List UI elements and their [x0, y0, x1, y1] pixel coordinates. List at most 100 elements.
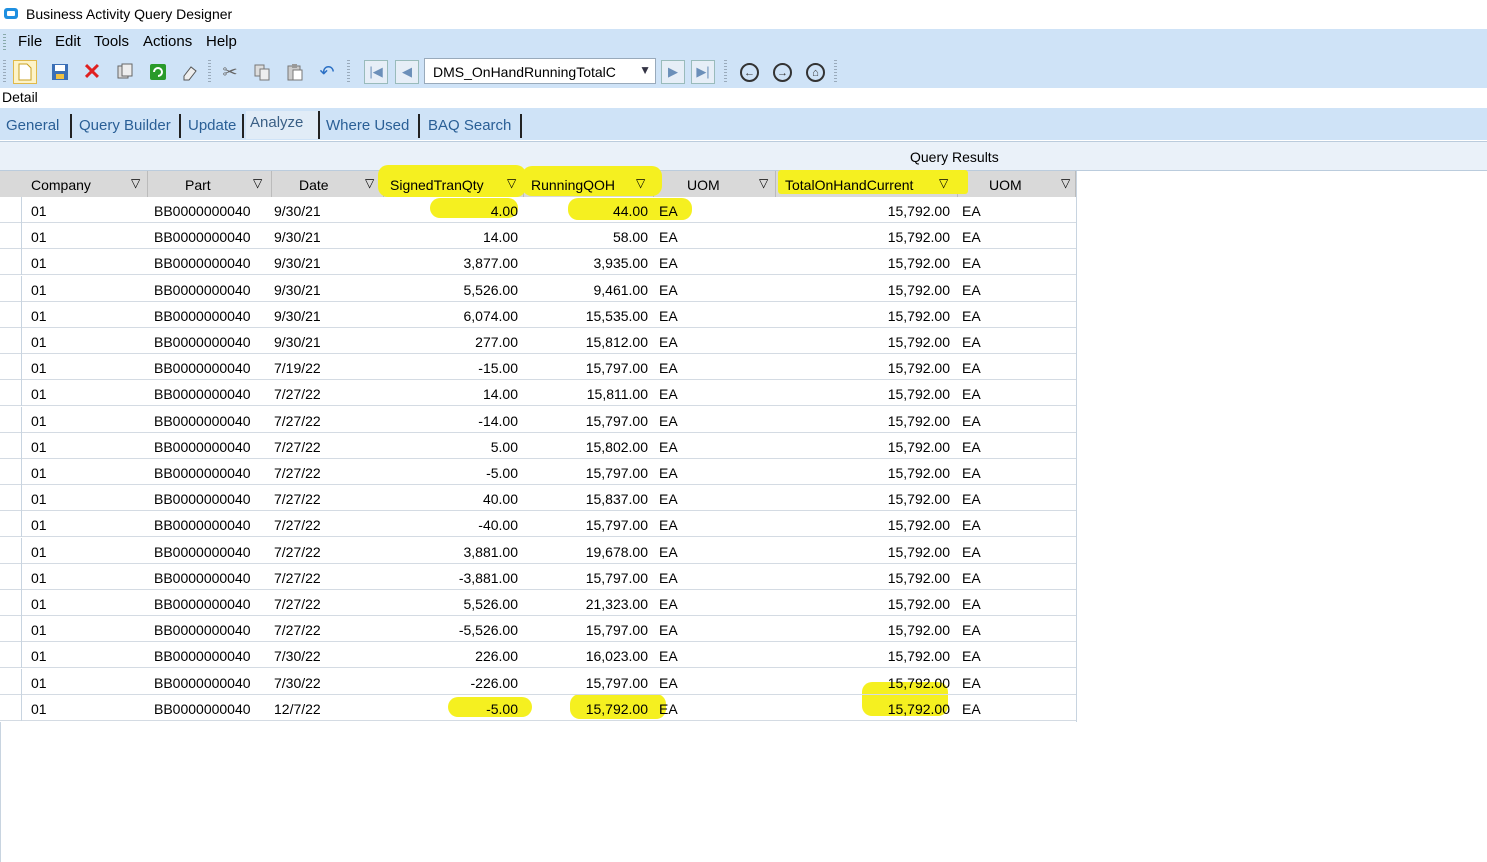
copy2-icon[interactable]: [250, 60, 274, 84]
cell-uom-2: EA: [962, 491, 981, 507]
delete-icon[interactable]: ✕: [80, 59, 104, 84]
cell-company: 01: [31, 360, 47, 376]
cell-signedtranqty: 277.00: [475, 334, 518, 350]
cell-runningqoh: 15,792.00: [585, 701, 648, 717]
tab-query-builder[interactable]: Query Builder: [75, 114, 181, 138]
cell-date: 12/7/22: [274, 701, 321, 717]
cell-date: 7/30/22: [274, 675, 321, 691]
filter-icon[interactable]: ▽: [1061, 176, 1070, 190]
row-selector[interactable]: [0, 642, 22, 668]
row-selector[interactable]: [0, 302, 22, 328]
filter-icon[interactable]: ▽: [507, 176, 516, 190]
prev-record-icon[interactable]: ◀: [395, 60, 419, 84]
forward-icon[interactable]: →: [773, 63, 792, 82]
last-record-icon[interactable]: ▶|: [691, 60, 715, 84]
cell-uom: EA: [659, 360, 678, 376]
cell-totalonhandcurrent: 15,792.00: [887, 334, 950, 350]
clear-icon[interactable]: [178, 60, 202, 84]
filter-icon[interactable]: ▽: [759, 176, 768, 190]
cell-date: 7/19/22: [274, 360, 321, 376]
row-selector[interactable]: [0, 276, 22, 302]
row-selector[interactable]: [0, 433, 22, 459]
filter-icon[interactable]: ▽: [365, 176, 374, 190]
row-selector[interactable]: [0, 669, 22, 695]
query-results-title: Query Results: [910, 149, 999, 165]
filter-icon[interactable]: ▽: [939, 176, 948, 190]
cell-runningqoh: 15,802.00: [585, 439, 648, 455]
row-selector[interactable]: [0, 511, 22, 537]
tab-analyze[interactable]: Analyze: [246, 111, 320, 139]
row-selector[interactable]: [0, 616, 22, 642]
row-selector[interactable]: [0, 459, 22, 485]
row-selector[interactable]: [0, 197, 22, 223]
cell-company: 01: [31, 282, 47, 298]
row-selector[interactable]: [0, 407, 22, 433]
undo-icon[interactable]: ↶: [315, 60, 339, 84]
menu-file[interactable]: File: [18, 33, 42, 50]
cell-part: BB0000000040: [154, 517, 251, 533]
cell-part: BB0000000040: [154, 360, 251, 376]
new-icon[interactable]: [13, 60, 37, 84]
row-selector[interactable]: [0, 538, 22, 564]
row-selector[interactable]: [0, 223, 22, 249]
column-header-label: Date: [299, 177, 329, 193]
cut-icon[interactable]: ✂: [218, 60, 242, 84]
title-bar: Business Activity Query Designer: [0, 0, 1487, 28]
cell-uom: EA: [659, 282, 678, 298]
row-selector[interactable]: [0, 380, 22, 406]
tab-general[interactable]: General: [2, 114, 72, 138]
menu-help[interactable]: Help: [206, 33, 237, 50]
cell-date: 7/27/22: [274, 465, 321, 481]
cell-uom-2: EA: [962, 544, 981, 560]
tab-baq-search[interactable]: BAQ Search: [424, 114, 522, 138]
cell-totalonhandcurrent: 15,792.00: [887, 491, 950, 507]
filter-icon[interactable]: ▽: [253, 176, 262, 190]
row-selector[interactable]: [0, 249, 22, 275]
column-header-label: SignedTranQty: [390, 177, 484, 193]
cell-uom-2: EA: [962, 465, 981, 481]
cell-uom-2: EA: [962, 570, 981, 586]
row-selector[interactable]: [0, 328, 22, 354]
refresh-icon[interactable]: [146, 60, 170, 84]
cell-signedtranqty: 4.00: [490, 203, 518, 219]
cell-runningqoh: 21,323.00: [585, 596, 648, 612]
row-selector[interactable]: [0, 354, 22, 380]
cell-date: 9/30/21: [274, 308, 321, 324]
query-selector-combo[interactable]: DMS_OnHandRunningTotalC ▼: [424, 58, 656, 84]
cell-date: 7/27/22: [274, 622, 321, 638]
row-selector[interactable]: [0, 564, 22, 590]
toolbar: ✕ ✂ ↶ |◀ ◀ ▶ ▶| ← → ⌂: [0, 54, 1487, 88]
cell-date: 7/27/22: [274, 491, 321, 507]
home-icon[interactable]: ⌂: [806, 63, 825, 82]
cell-date: 7/27/22: [274, 570, 321, 586]
paste-icon[interactable]: [283, 60, 307, 84]
cell-runningqoh: 3,935.00: [593, 255, 649, 271]
filter-icon[interactable]: ▽: [636, 176, 645, 190]
cell-totalonhandcurrent: 15,792.00: [887, 439, 950, 455]
menu-actions[interactable]: Actions: [143, 33, 192, 50]
cell-signedtranqty: -5,526.00: [458, 622, 518, 638]
menu-tools[interactable]: Tools: [94, 33, 129, 50]
cell-uom: EA: [659, 491, 678, 507]
chevron-down-icon[interactable]: ▼: [639, 63, 651, 77]
first-record-icon[interactable]: |◀: [364, 60, 388, 84]
cell-signedtranqty: 14.00: [482, 386, 518, 402]
save-icon[interactable]: [48, 60, 72, 84]
tab-update[interactable]: Update: [184, 114, 244, 138]
cell-runningqoh: 15,797.00: [585, 517, 648, 533]
row-selector[interactable]: [0, 695, 22, 721]
cell-totalonhandcurrent: 15,792.00: [887, 701, 950, 717]
cell-uom-2: EA: [962, 334, 981, 350]
back-icon[interactable]: ←: [740, 63, 759, 82]
row-selector[interactable]: [0, 485, 22, 511]
row-selector[interactable]: [0, 590, 22, 616]
cell-runningqoh: 15,797.00: [585, 570, 648, 586]
next-record-icon[interactable]: ▶: [661, 60, 685, 84]
cell-date: 7/27/22: [274, 386, 321, 402]
cell-runningqoh: 15,535.00: [585, 308, 648, 324]
menu-edit[interactable]: Edit: [55, 33, 81, 50]
copy-icon[interactable]: [113, 60, 137, 84]
tab-where-used[interactable]: Where Used: [322, 114, 420, 138]
filter-icon[interactable]: ▽: [131, 176, 140, 190]
cell-uom: EA: [659, 596, 678, 612]
